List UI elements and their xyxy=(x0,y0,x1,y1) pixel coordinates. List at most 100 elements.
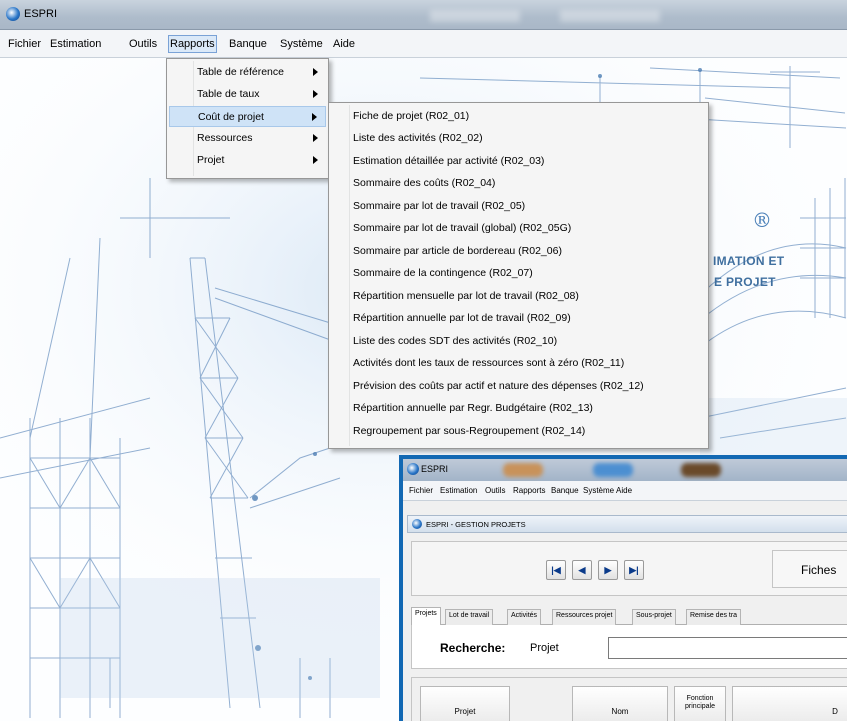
column-header-label: Fonction principale xyxy=(685,695,715,710)
app-icon xyxy=(407,463,419,475)
column-header-label: Nom xyxy=(611,707,629,716)
menubar: Fichier Estimation Outils Rapports Banqu… xyxy=(0,30,847,58)
first-record-button[interactable]: |◀ xyxy=(546,560,566,580)
menu-item-label: Fiche de projet (R02_01) xyxy=(353,110,470,122)
submenu-arrow-icon xyxy=(313,156,318,164)
menu-item-ressources[interactable]: Ressources xyxy=(169,128,326,149)
column-header-label: Projet xyxy=(454,707,476,716)
menu-item-table-taux[interactable]: Table de taux xyxy=(169,84,326,105)
inset-menu-aide[interactable]: Aide xyxy=(616,486,632,495)
inset-menubar: Fichier Estimation Outils Rapports Banqu… xyxy=(403,481,847,501)
column-header-nom[interactable]: Nom xyxy=(572,686,668,721)
column-header-fonction[interactable]: Fonction principale xyxy=(674,686,726,721)
background-logo-text: E PROJET xyxy=(714,275,776,289)
tab-ressources-projet[interactable]: Ressources projet xyxy=(552,609,617,625)
menu-item-cout-projet[interactable]: Coût de projet xyxy=(169,106,326,127)
projects-grid: Projet Nom Fonction principale D xyxy=(411,677,847,721)
fiches-button[interactable]: Fiches xyxy=(772,550,847,588)
menu-outils[interactable]: Outils xyxy=(129,38,157,50)
submenu-arrow-icon xyxy=(313,68,318,76)
fiches-label: Fiches xyxy=(801,563,837,577)
report-item-r02-02[interactable]: Liste des activités (R02_02) xyxy=(331,128,706,149)
menu-banque[interactable]: Banque xyxy=(229,38,267,50)
window-title: ESPRI xyxy=(24,8,58,20)
titlebar-blur xyxy=(560,10,660,22)
menu-estimation[interactable]: Estimation xyxy=(50,38,101,50)
tab-sous-projet[interactable]: Sous-projet xyxy=(632,609,676,625)
menu-item-label: Estimation détaillée par activité (R02_0… xyxy=(353,155,545,167)
cout-projet-submenu: Fiche de projet (R02_01) Liste des activ… xyxy=(328,102,709,449)
subwindow-title: ESPRI - GESTION PROJETS xyxy=(426,520,526,529)
inset-titlebar: ESPRI xyxy=(403,459,847,481)
inset-menu-fichier[interactable]: Fichier xyxy=(409,486,433,495)
report-item-r02-10[interactable]: Liste des codes SDT des activités (R02_1… xyxy=(331,331,706,352)
report-item-r02-09[interactable]: Répartition annuelle par lot de travail … xyxy=(331,308,706,329)
tab-lot-travail[interactable]: Lot de travail xyxy=(445,609,494,625)
menu-item-label: Répartition annuelle par lot de travail … xyxy=(353,312,571,324)
app-icon xyxy=(6,7,20,21)
inset-menu-rapports[interactable]: Rapports xyxy=(513,486,545,495)
last-record-button[interactable]: ▶| xyxy=(624,560,644,580)
column-header-d[interactable]: D xyxy=(732,686,847,721)
titlebar-blur xyxy=(430,10,520,22)
tab-strip: Projets Lot de travail Activités Ressour… xyxy=(411,607,847,625)
report-item-r02-12[interactable]: Prévision des coûts par actif et nature … xyxy=(331,376,706,397)
report-item-r02-06[interactable]: Sommaire par article de bordereau (R02_0… xyxy=(331,241,706,262)
menu-item-label: Répartition mensuelle par lot de travail… xyxy=(353,290,579,302)
taskbar-glow xyxy=(681,463,721,477)
menu-item-table-reference[interactable]: Table de référence xyxy=(169,62,326,83)
report-item-r02-14[interactable]: Regroupement par sous-Regroupement (R02_… xyxy=(331,421,706,442)
report-item-r02-13[interactable]: Répartition annuelle par Regr. Budgétair… xyxy=(331,398,706,419)
report-item-r02-04[interactable]: Sommaire des coûts (R02_04) xyxy=(331,173,706,194)
menu-item-label: Activités dont les taux de ressources so… xyxy=(353,357,625,369)
tab-projets[interactable]: Projets xyxy=(411,607,441,625)
report-item-r02-03[interactable]: Estimation détaillée par activité (R02_0… xyxy=(331,151,706,172)
inset-menu-systeme[interactable]: Système xyxy=(583,486,614,495)
menu-item-label: Sommaire par article de bordereau (R02_0… xyxy=(353,245,562,257)
previous-record-button[interactable]: ◀ xyxy=(572,560,592,580)
window-titlebar[interactable]: ESPRI xyxy=(0,0,847,30)
submenu-arrow-icon xyxy=(313,134,318,142)
tab-remise-travaux[interactable]: Remise des tra xyxy=(686,609,742,625)
menu-item-projet[interactable]: Projet xyxy=(169,150,326,171)
report-item-r02-07[interactable]: Sommaire de la contingence (R02_07) xyxy=(331,263,706,284)
menu-item-label: Sommaire de la contingence (R02_07) xyxy=(353,267,533,279)
inset-window: ESPRI Fichier Estimation Outils Rapports… xyxy=(399,455,847,721)
menu-item-label: Prévision des coûts par actif et nature … xyxy=(353,380,644,392)
menu-item-label: Sommaire par lot de travail (R02_05) xyxy=(353,200,526,212)
menu-systeme[interactable]: Système xyxy=(280,38,323,50)
background-logo-text: IMATION ET xyxy=(713,254,785,268)
menu-item-label: Table de référence xyxy=(197,66,284,78)
inset-menu-outils[interactable]: Outils xyxy=(485,486,505,495)
report-item-r02-05g[interactable]: Sommaire par lot de travail (global) (R0… xyxy=(331,218,706,239)
inset-menu-banque[interactable]: Banque xyxy=(551,486,579,495)
menu-fichier[interactable]: Fichier xyxy=(8,38,41,50)
report-item-r02-08[interactable]: Répartition mensuelle par lot de travail… xyxy=(331,286,706,307)
search-row: Recherche: Projet xyxy=(411,625,847,669)
column-header-projet[interactable]: Projet xyxy=(420,686,510,721)
search-label: Recherche: xyxy=(440,641,506,655)
registered-mark: ® xyxy=(752,208,772,232)
menu-aide[interactable]: Aide xyxy=(333,38,355,50)
next-record-button[interactable]: ▶ xyxy=(598,560,618,580)
search-input[interactable] xyxy=(608,637,847,659)
app-icon xyxy=(412,519,422,529)
inset-menu-estimation[interactable]: Estimation xyxy=(440,486,477,495)
rapports-menu: Table de référence Table de taux Coût de… xyxy=(166,58,329,179)
submenu-arrow-icon xyxy=(313,90,318,98)
report-item-r02-05[interactable]: Sommaire par lot de travail (R02_05) xyxy=(331,196,706,217)
menu-rapports[interactable]: Rapports xyxy=(168,35,217,53)
menu-item-label: Liste des activités (R02_02) xyxy=(353,132,483,144)
menu-item-label: Coût de projet xyxy=(198,111,264,123)
report-item-r02-01[interactable]: Fiche de projet (R02_01) xyxy=(331,106,706,127)
menu-item-label: Sommaire des coûts (R02_04) xyxy=(353,177,496,189)
report-item-r02-11[interactable]: Activités dont les taux de ressources so… xyxy=(331,353,706,374)
menu-item-label: Liste des codes SDT des activités (R02_1… xyxy=(353,335,558,347)
menu-item-label: Table de taux xyxy=(197,88,260,100)
tab-activites[interactable]: Activités xyxy=(507,609,542,625)
menu-item-label: Sommaire par lot de travail (global) (R0… xyxy=(353,222,572,234)
inset-window-title: ESPRI xyxy=(421,464,449,474)
menu-item-label: Regroupement par sous-Regroupement (R02_… xyxy=(353,425,586,437)
submenu-arrow-icon xyxy=(312,113,317,121)
column-header-label: D xyxy=(832,707,838,716)
